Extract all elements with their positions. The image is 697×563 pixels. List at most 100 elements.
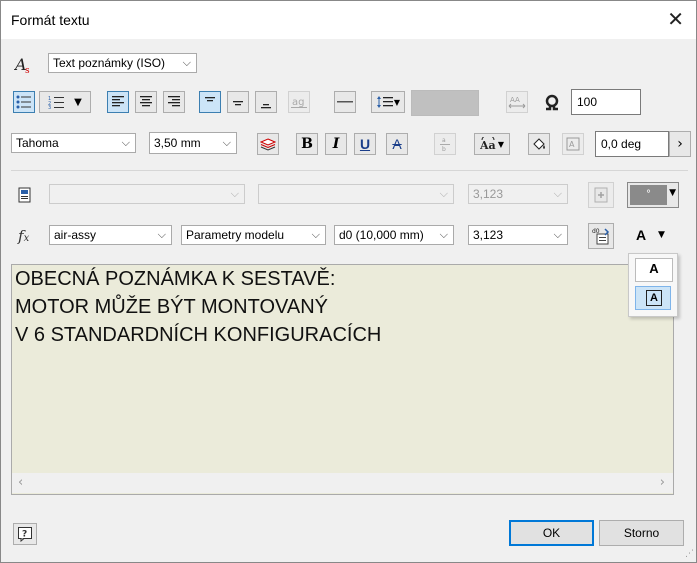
align-right-icon — [168, 96, 180, 107]
help-button[interactable]: ? — [13, 523, 37, 545]
rotation-field[interactable]: 0,0 deg — [595, 131, 669, 157]
chevron-down-icon: ⌵ — [121, 137, 130, 149]
function-icon: fx — [18, 227, 30, 245]
stack-text-icon: ag — [291, 97, 307, 108]
align-left-button[interactable] — [107, 91, 129, 113]
valign-top-icon — [205, 97, 215, 102]
layer-button[interactable] — [257, 133, 279, 155]
valign-middle-icon — [233, 101, 243, 106]
chevron-down-icon: ⌵ — [553, 229, 562, 241]
stack-text-button[interactable]: ag — [288, 91, 310, 113]
text-case-button[interactable]: Aa ▼ — [474, 133, 510, 155]
add-property-icon — [594, 187, 608, 203]
text-frame-icon: A — [566, 137, 580, 151]
parameter-combo[interactable]: d0 (10,000 mm) ⌵ — [334, 225, 454, 245]
property-type-combo[interactable]: ⌵ — [49, 184, 245, 204]
title-bar: Formát textu ✕ — [1, 1, 696, 39]
text-case-icon: Aa — [480, 137, 496, 151]
plain-text-option[interactable]: A — [635, 258, 673, 282]
svg-text:A: A — [569, 140, 575, 149]
add-parameter-button[interactable]: d0 — [588, 223, 614, 249]
svg-text:a: a — [442, 137, 446, 144]
symbol-icon: ° — [630, 185, 667, 205]
parameter-source-combo[interactable]: Parametry modelu ⌵ — [181, 225, 326, 245]
svg-text:AA: AA — [510, 96, 520, 104]
add-parameter-icon: d0 — [592, 228, 610, 245]
dropdown-arrow-icon: ▼ — [497, 139, 505, 149]
bold-label: B — [301, 136, 313, 152]
framed-text-option[interactable]: A — [635, 286, 671, 310]
text-mode-label: A — [636, 227, 647, 243]
dropdown-arrow-icon: ▼ — [669, 188, 676, 198]
valign-middle-button[interactable] — [227, 91, 249, 113]
horizontal-line-icon — [337, 101, 353, 103]
text-style-combo[interactable]: Text poznámky (ISO) ⌵ — [48, 53, 197, 73]
symbol-button[interactable]: ° ▼ — [627, 182, 679, 208]
component-combo[interactable]: air-assy ⌵ — [49, 225, 172, 245]
svg-text:?: ? — [22, 530, 27, 540]
align-center-button[interactable] — [135, 91, 157, 113]
chevron-down-icon: ⌵ — [439, 229, 448, 241]
text-editor[interactable]: OBECNÁ POZNÁMKA K SESTAVĚ: MOTOR MŮŽE BÝ… — [11, 264, 674, 495]
text-style-icon: As — [14, 55, 36, 75]
underline-button[interactable]: U — [354, 133, 376, 155]
scroll-right-icon[interactable]: › — [660, 475, 665, 490]
dropdown-arrow-icon: ▼ — [658, 230, 665, 240]
chevron-down-icon: ⌵ — [439, 188, 448, 200]
ok-button[interactable]: OK — [509, 520, 594, 546]
close-icon[interactable]: ✕ — [667, 7, 684, 31]
chevron-down-icon: ⌵ — [311, 229, 320, 241]
chevron-down-icon: ⌵ — [222, 137, 231, 149]
strikethrough-button[interactable]: A — [386, 133, 408, 155]
svg-text:Aa: Aa — [480, 139, 496, 151]
line-spacing-single-button[interactable] — [334, 91, 356, 113]
fraction-button[interactable]: ab — [434, 133, 456, 155]
align-right-button[interactable] — [163, 91, 185, 113]
paint-bucket-icon — [533, 138, 545, 150]
align-left-icon — [112, 96, 124, 107]
chevron-down-icon: ⌵ — [553, 188, 562, 200]
text-size-combo[interactable]: 3,50 mm ⌵ — [149, 132, 237, 154]
scroll-left-icon[interactable]: ‹ — [18, 475, 23, 490]
bullet-list-icon — [16, 95, 31, 109]
properties-icon — [18, 187, 32, 203]
valign-bottom-icon — [261, 104, 271, 109]
text-mode-button[interactable]: A ▼ — [627, 223, 671, 249]
chevron-right-icon[interactable]: › — [669, 131, 691, 157]
svg-text:b: b — [442, 146, 446, 152]
editor-line: V 6 STANDARDNÍCH KONFIGURACÍCH — [15, 324, 382, 346]
parameter-value: d0 (10,000 mm) — [339, 228, 424, 242]
valign-bottom-button[interactable] — [255, 91, 277, 113]
add-property-button[interactable] — [588, 182, 614, 208]
text-frame-button[interactable]: A — [562, 133, 584, 155]
width-scale-field[interactable]: 100 — [571, 89, 641, 115]
resize-grip-icon[interactable]: ⋰ — [685, 549, 694, 559]
font-value: Tahoma — [16, 136, 59, 150]
numbered-list-button[interactable]: 123 ▼ — [39, 91, 91, 113]
text-color-swatch[interactable] — [411, 90, 479, 116]
format-text-dialog: Formát textu ✕ As Text poznámky (ISO) ⌵ … — [0, 0, 697, 563]
line-spacing-button[interactable]: ▼ — [371, 91, 405, 113]
italic-button[interactable]: I — [325, 133, 347, 155]
fit-text-icon: AA — [508, 96, 526, 109]
property-combo[interactable]: ⌵ — [258, 184, 454, 204]
fraction-icon: ab — [440, 137, 450, 152]
horizontal-scrollbar[interactable]: ‹ › — [12, 473, 673, 493]
dropdown-arrow-icon: ▼ — [393, 97, 401, 107]
bullet-list-button[interactable] — [13, 91, 35, 113]
parameter-precision-combo[interactable]: 3,123 ⌵ — [468, 225, 568, 245]
text-size-value: 3,50 mm — [154, 136, 201, 150]
font-combo[interactable]: Tahoma ⌵ — [11, 133, 136, 153]
valign-top-button[interactable] — [199, 91, 221, 113]
bold-button[interactable]: B — [296, 133, 318, 155]
editor-line: MOTOR MŮŽE BÝT MONTOVANÝ — [15, 296, 328, 318]
align-center-icon — [140, 96, 152, 107]
text-mode-popup: A A — [628, 253, 678, 317]
property-precision-combo[interactable]: 3,123 ⌵ — [468, 184, 568, 204]
numbered-list-icon: 123 — [48, 96, 65, 109]
divider — [11, 170, 688, 171]
background-fill-button[interactable] — [528, 133, 550, 155]
help-icon: ? — [18, 527, 32, 542]
fit-text-button[interactable]: AA — [506, 91, 528, 113]
cancel-button[interactable]: Storno — [599, 520, 684, 546]
